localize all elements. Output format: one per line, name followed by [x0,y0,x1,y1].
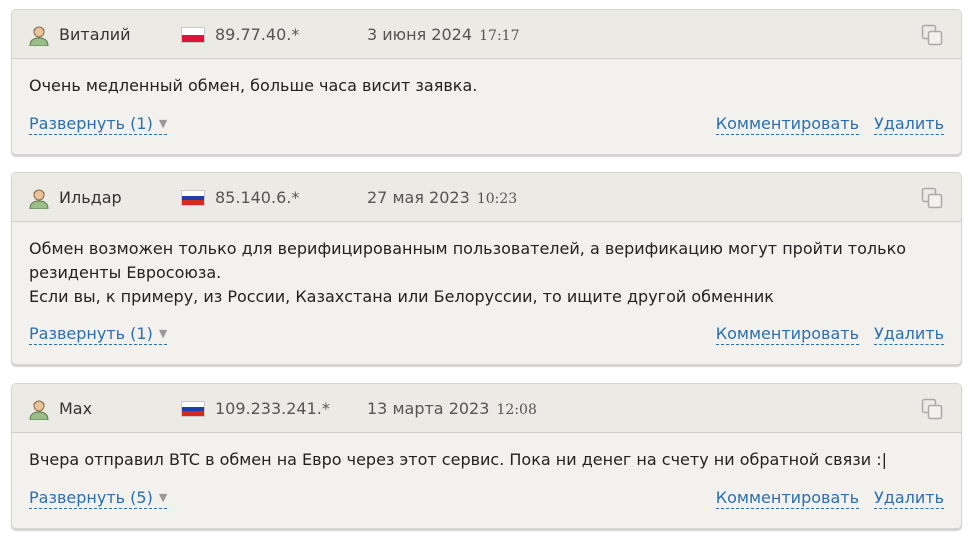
copy-icon[interactable] [921,187,943,209]
comment-header: Ильдар 85.140.6.* 27 мая 2023 10:23 [12,173,961,222]
copy-icon[interactable] [921,398,943,420]
chevron-down-icon: ▼ [158,491,168,504]
author-ip: 85.140.6.* [215,188,300,207]
comment-button[interactable]: Комментировать [715,487,859,509]
delete-button[interactable]: Удалить [874,113,944,135]
comment-actions: Развернуть (1) ▼ Комментировать Удалить [29,113,944,137]
date-text: 3 июня 2024 [367,25,473,44]
comment-text: Обмен возможен только для верифицированн… [29,239,907,306]
comment-header: Max 109.233.241.* 13 марта 2023 12:08 [12,384,961,433]
expand-link[interactable]: Развернуть (1) ▼ [29,113,168,135]
author-ip: 89.77.40.* [215,25,300,44]
author-name: Max [59,399,93,418]
comment-body: Вчера отправил BTC в обмен на Евро через… [12,433,961,472]
flag-russia-icon [181,190,205,206]
comment-body: Обмен возможен только для верифицированн… [12,222,961,309]
expand-label: Развернуть (5) [29,488,153,507]
expand-label: Развернуть (1) [29,324,153,343]
comment-card: Виталий 89.77.40.* 3 июня 2024 17:17 Оче… [11,9,962,155]
comment-card: Max 109.233.241.* 13 марта 2023 12:08 Вч… [11,383,962,529]
comment-button[interactable]: Комментировать [715,113,859,135]
copy-icon[interactable] [921,24,943,46]
chevron-down-icon: ▼ [158,327,168,340]
comment-body: Очень медленный обмен, больше часа висит… [12,59,961,98]
comment-actions: Развернуть (1) ▼ Комментировать Удалить [29,323,944,347]
date-text: 13 марта 2023 [367,399,490,418]
author-name: Виталий [59,25,131,44]
user-avatar-icon [29,189,49,209]
comment-time: 12:08 [496,402,537,418]
comment-date: 3 июня 2024 17:17 [367,25,519,44]
comment-text: Очень медленный обмен, больше часа висит… [29,76,478,95]
comment-header: Виталий 89.77.40.* 3 июня 2024 17:17 [12,10,961,59]
expand-link[interactable]: Развернуть (1) ▼ [29,323,168,345]
comment-time: 17:17 [479,28,520,44]
comment-actions: Развернуть (5) ▼ Комментировать Удалить [29,487,944,511]
comment-date: 13 марта 2023 12:08 [367,399,537,418]
comment-date: 27 мая 2023 10:23 [367,188,517,207]
author-ip: 109.233.241.* [215,399,330,418]
chevron-down-icon: ▼ [158,117,168,130]
expand-link[interactable]: Развернуть (5) ▼ [29,487,168,509]
flag-russia-icon [181,401,205,417]
date-text: 27 мая 2023 [367,188,470,207]
comment-time: 10:23 [476,191,518,207]
user-avatar-icon [29,400,49,420]
author-name: Ильдар [59,188,122,207]
delete-button[interactable]: Удалить [874,487,944,509]
comment-button[interactable]: Комментировать [715,323,859,345]
comments-list: Виталий 89.77.40.* 3 июня 2024 17:17 Оче… [0,0,976,541]
comment-text: Вчера отправил BTC в обмен на Евро через… [29,450,887,469]
user-avatar-icon [29,26,49,46]
flag-poland-icon [181,27,205,43]
expand-label: Развернуть (1) [29,114,153,133]
comment-card: Ильдар 85.140.6.* 27 мая 2023 10:23 Обме… [11,172,962,365]
delete-button[interactable]: Удалить [874,323,944,345]
